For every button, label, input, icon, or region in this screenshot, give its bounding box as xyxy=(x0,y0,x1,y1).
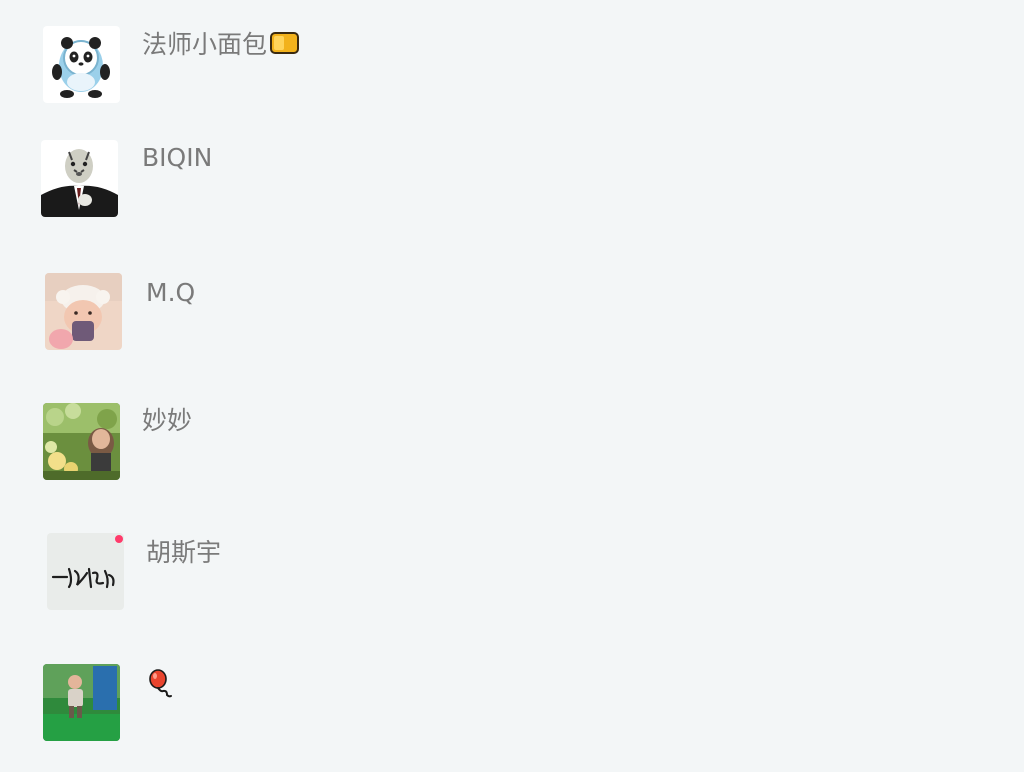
contact-list: 法师小面包 BIQIN M.Q 妙妙 胡斯宇 xyxy=(0,0,1024,772)
baby-hat-avatar[interactable] xyxy=(45,273,122,350)
contact-name xyxy=(144,669,173,706)
contact-name-text: M.Q xyxy=(146,278,196,307)
contact-name-text: BIQIN xyxy=(142,143,213,172)
tiger-suit-avatar[interactable] xyxy=(41,140,118,217)
contact-name-text: 妙妙 xyxy=(142,406,193,435)
contact-row[interactable]: M.Q xyxy=(0,266,1024,366)
contact-row[interactable]: BIQIN xyxy=(0,133,1024,233)
child-outdoor-avatar[interactable] xyxy=(43,664,120,741)
contact-row[interactable]: 胡斯宇 xyxy=(0,526,1024,626)
garden-photo-avatar[interactable] xyxy=(43,403,120,480)
contact-row[interactable]: 法师小面包 xyxy=(0,20,1024,120)
balloon-icon xyxy=(147,669,173,706)
contact-name: M.Q xyxy=(146,278,195,308)
calligraphy-avatar[interactable] xyxy=(47,533,124,610)
contact-row[interactable]: 妙妙 xyxy=(0,396,1024,496)
contact-name-text: 法师小面包 xyxy=(142,30,268,59)
contact-name: 妙妙 xyxy=(142,406,192,436)
contact-name: BIQIN xyxy=(142,143,212,173)
contact-row[interactable] xyxy=(0,657,1024,757)
contact-name: 法师小面包 xyxy=(142,30,300,61)
yellow-card-icon xyxy=(270,31,300,61)
contact-name: 胡斯宇 xyxy=(146,538,221,568)
contact-name-text: 胡斯宇 xyxy=(146,538,222,567)
panda-mascot-avatar[interactable] xyxy=(43,26,120,103)
